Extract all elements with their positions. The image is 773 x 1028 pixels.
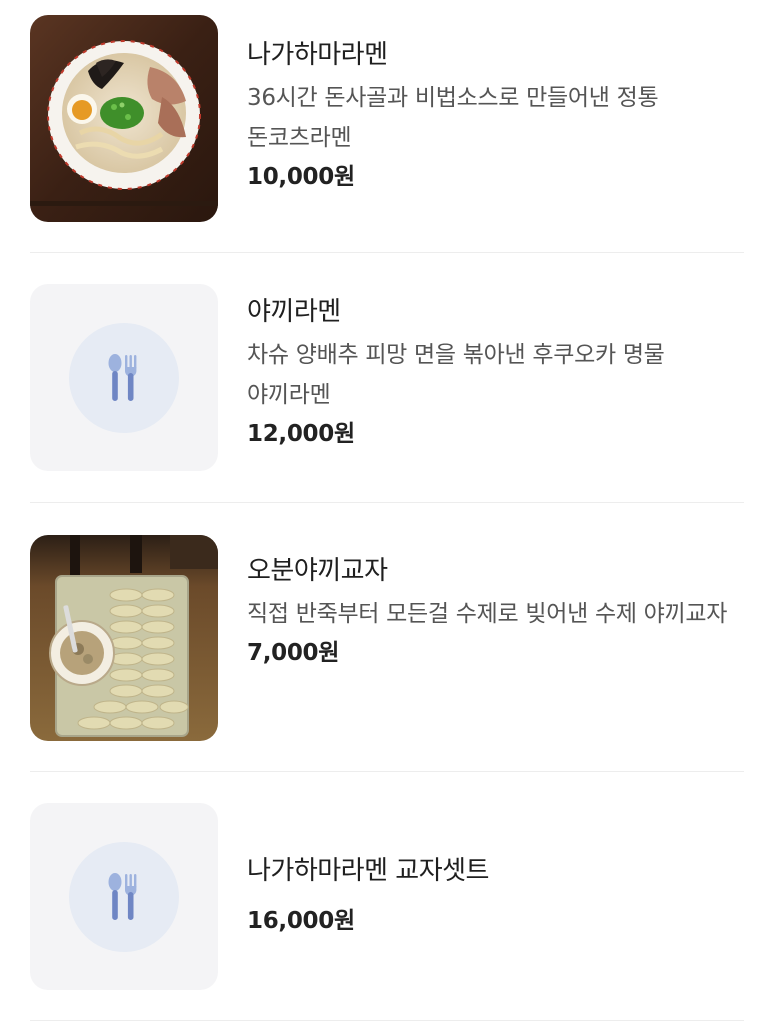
divider — [30, 771, 744, 772]
menu-item-price: 7,000원 — [247, 640, 340, 666]
menu-item-description: 직접 반죽부터 모든걸 수제로 빚어낸 수제 야끼교자 — [247, 601, 728, 627]
menu-item-nagahama-ramen[interactable]: 나가하마라멘 36시간 돈사골과 비법소스로 만들어낸 정통 돈코츠라멘 10,… — [30, 15, 744, 222]
menu-item-description: 차슈 양배추 피망 면을 볶아낸 후쿠오카 명물 야끼라멘 — [247, 342, 665, 408]
menu-item-name: 야끼라멘 — [247, 297, 341, 327]
menu-item-info: 나가하마라멘 교자셋트 16,000원 — [247, 803, 744, 937]
menu-item-photo-placeholder — [30, 284, 218, 471]
menu-item-photo — [30, 535, 218, 741]
menu-item-info: 야끼라멘 차슈 양배추 피망 면을 볶아낸 후쿠오카 명물 야끼라멘 12,00… — [247, 284, 744, 450]
menu-item-description: 36시간 돈사골과 비법소스로 만들어낸 정통 돈코츠라멘 — [247, 85, 659, 151]
divider — [30, 1020, 744, 1021]
menu-item-name: 나가하마라멘 — [247, 40, 388, 70]
menu-list: 나가하마라멘 36시간 돈사골과 비법소스로 만들어낸 정통 돈코츠라멘 10,… — [0, 0, 773, 1028]
menu-item-photo-placeholder — [30, 803, 218, 990]
menu-item-yaki-ramen[interactable]: 야끼라멘 차슈 양배추 피망 면을 볶아낸 후쿠오카 명물 야끼라멘 12,00… — [30, 284, 744, 471]
placeholder-circle — [69, 842, 179, 952]
menu-item-info: 오분야끼교자 직접 반죽부터 모든걸 수제로 빚어낸 수제 야끼교자 7,000… — [247, 535, 744, 669]
spoon-fork-icon — [108, 354, 137, 401]
menu-item-price: 12,000원 — [247, 421, 355, 447]
divider — [30, 502, 744, 503]
menu-item-gyoza[interactable]: 오분야끼교자 직접 반죽부터 모든걸 수제로 빚어낸 수제 야끼교자 7,000… — [30, 535, 744, 741]
menu-item-info: 나가하마라멘 36시간 돈사골과 비법소스로 만들어낸 정통 돈코츠라멘 10,… — [247, 15, 744, 193]
divider — [30, 252, 744, 253]
menu-item-ramen-gyoza-set[interactable]: 나가하마라멘 교자셋트 16,000원 — [30, 803, 744, 990]
menu-item-price: 10,000원 — [247, 164, 355, 190]
menu-item-price: 16,000원 — [247, 908, 355, 934]
placeholder-circle — [69, 323, 179, 433]
menu-item-name: 오분야끼교자 — [247, 556, 388, 586]
menu-item-name: 나가하마라멘 교자셋트 — [247, 856, 489, 886]
menu-item-photo — [30, 15, 218, 222]
spoon-fork-icon — [108, 873, 137, 920]
